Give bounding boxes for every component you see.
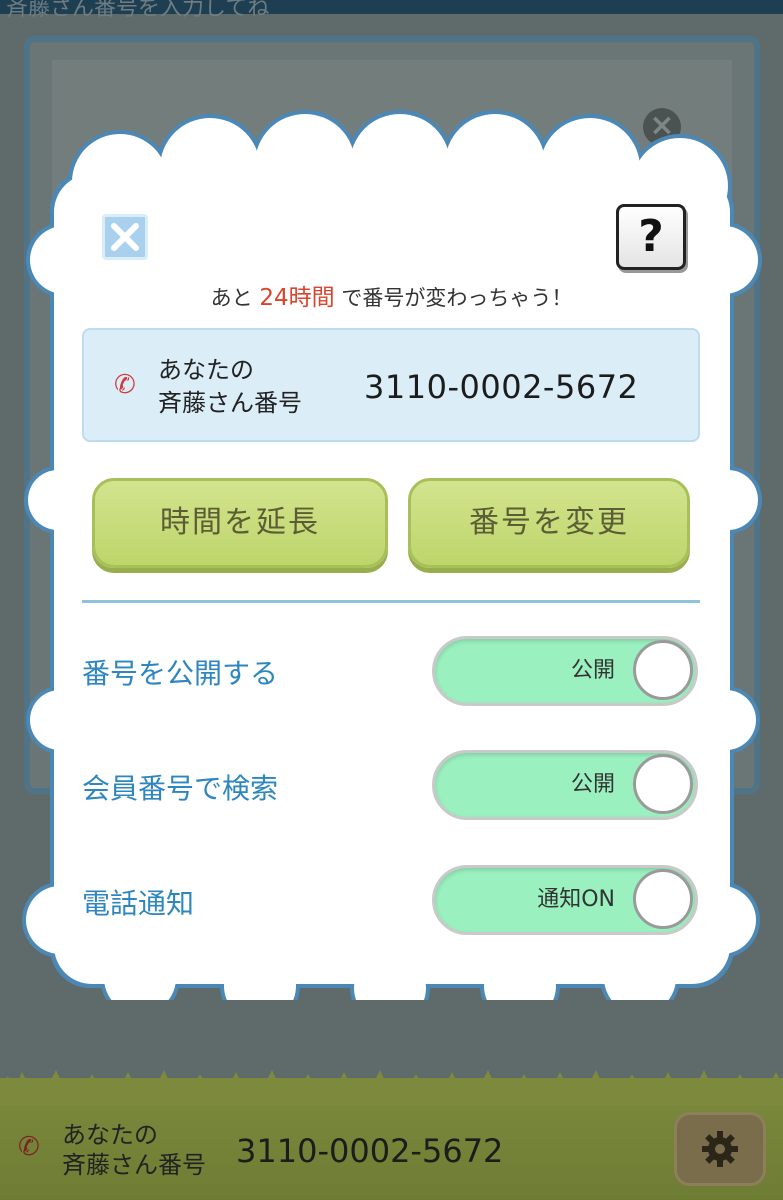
close-icon <box>111 223 139 251</box>
help-button[interactable]: ? <box>616 204 686 270</box>
toggle-knob <box>633 754 693 814</box>
remaining-hours: 24時間 <box>259 285 335 311</box>
member-number-card: ✆ あなたの 斉藤さん番号 3110-0002-5672 <box>82 328 700 442</box>
toggle-knob <box>633 640 693 700</box>
member-number: 3110-0002-5672 <box>364 368 639 406</box>
toggle-call-notify-state: 通知ON <box>537 887 615 912</box>
settings-button[interactable] <box>674 1112 766 1186</box>
toggle-search[interactable]: 公開 <box>432 750 698 820</box>
change-number-button[interactable]: 番号を変更 <box>408 478 690 568</box>
setting-label-call-notify: 電話通知 <box>82 887 195 920</box>
toggle-search-state: 公開 <box>570 772 615 797</box>
phone-icon: ✆ <box>114 370 136 400</box>
setting-label-search: 会員番号で検索 <box>82 772 279 805</box>
phone-icon: ✆ <box>18 1132 40 1162</box>
extend-time-button[interactable]: 時間を延長 <box>92 478 388 568</box>
toggle-knob <box>633 869 693 929</box>
member-number-label: あなたの 斉藤さん番号 <box>158 356 302 417</box>
toggle-publish-state: 公開 <box>570 658 615 683</box>
setting-label-publish: 番号を公開する <box>82 657 279 690</box>
grass-decoration <box>0 1070 783 1106</box>
bottom-member-number: 3110-0002-5672 <box>236 1132 504 1170</box>
gear-icon <box>702 1131 738 1167</box>
toggle-call-notify[interactable]: 通知ON <box>432 865 698 935</box>
toggle-publish[interactable]: 公開 <box>432 636 698 706</box>
expiry-notice: あと 24時間 で番号が変わっちゃう！ <box>210 285 573 311</box>
bottom-number-label: あなたの 斉藤さん番号 <box>62 1121 206 1179</box>
divider <box>82 600 700 603</box>
dialog-close-button[interactable] <box>102 214 148 260</box>
